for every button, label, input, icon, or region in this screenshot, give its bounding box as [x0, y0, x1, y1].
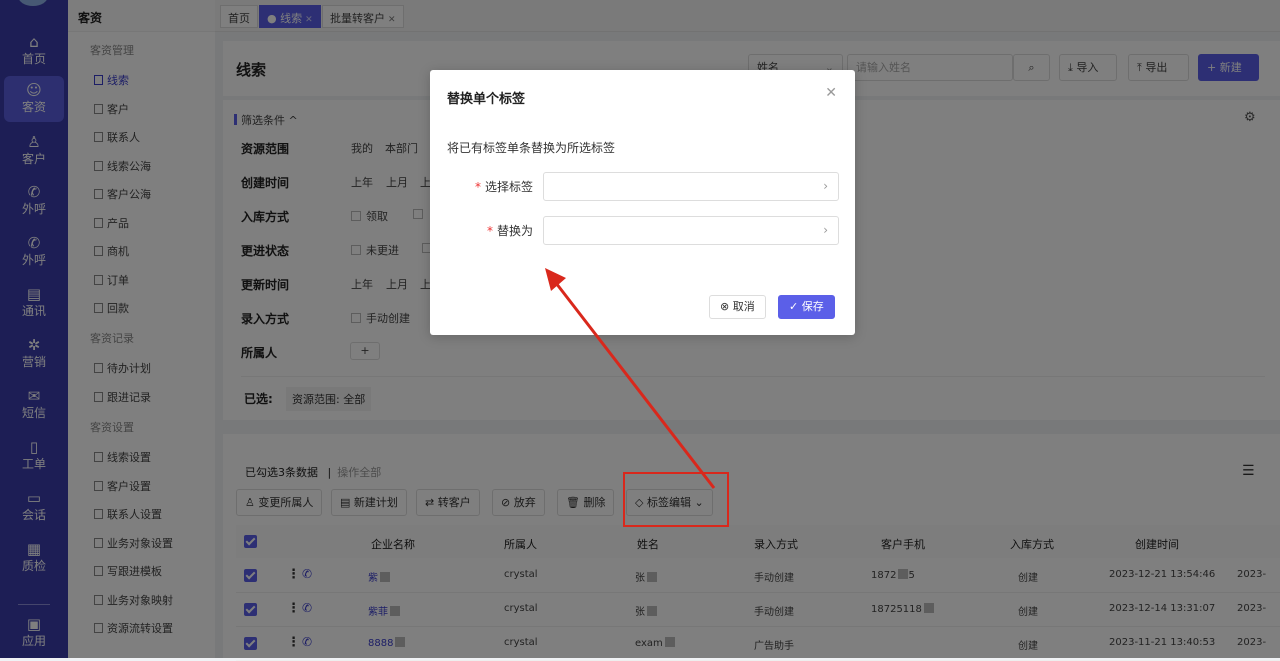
annotation-arrow	[545, 268, 716, 489]
